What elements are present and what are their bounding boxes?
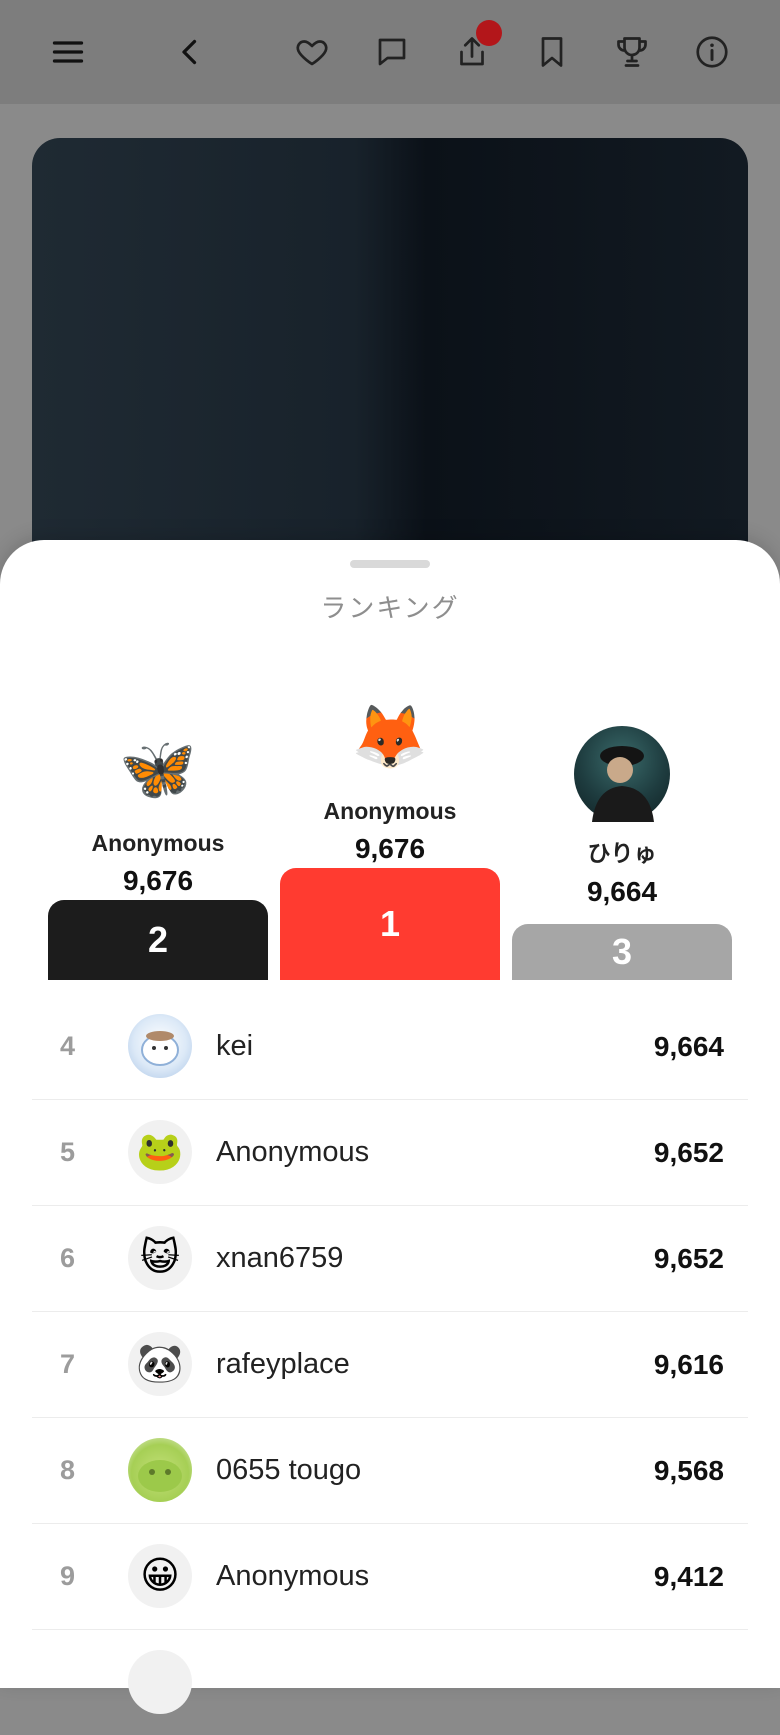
person-icon [592, 746, 654, 822]
top-toolbar [0, 0, 780, 105]
fox-avatar: 🦊 [351, 703, 429, 772]
list-item[interactable]: 6 😺 xnan6759 9,652 [32, 1206, 748, 1312]
podium-block-third: 3 [512, 924, 732, 980]
podium-score: 9,676 [354, 833, 426, 864]
podium-second[interactable]: 🦋 Anonymous 9,676 [48, 722, 268, 897]
smiley-avatar: 😀 [128, 1544, 192, 1608]
rank-number: 4 [60, 1031, 76, 1061]
notification-badge [476, 20, 502, 46]
trophy-icon[interactable] [602, 22, 662, 82]
podium-name: Anonymous [323, 798, 457, 824]
list-item[interactable]: 9 😀 Anonymous 9,412 [32, 1524, 748, 1630]
user-name: Anonymous [216, 1136, 370, 1168]
list-item[interactable]: 4 kei 9,664 [32, 994, 748, 1100]
user-score: 9,652 [653, 1242, 724, 1274]
green-creature-avatar [128, 1438, 192, 1502]
user-score: 9,664 [653, 1030, 724, 1062]
user-score: 9,568 [653, 1454, 724, 1486]
podium-block-second: 2 [48, 900, 268, 980]
user-name: Anonymous [216, 1560, 370, 1592]
list-item[interactable]: 5 🐸 Anonymous 9,652 [32, 1100, 748, 1206]
user-photo-avatar [574, 726, 670, 822]
heart-icon[interactable] [282, 22, 342, 82]
podium-score: 9,676 [122, 865, 194, 896]
podium-name: ひりゅ [587, 840, 657, 866]
back-chevron-icon[interactable] [160, 22, 220, 82]
user-score: 9,652 [653, 1136, 724, 1168]
sheet-title: ランキング [320, 593, 460, 623]
rank-number: 8 [60, 1455, 76, 1485]
list-item[interactable] [32, 1630, 748, 1735]
rank-number: 7 [60, 1349, 76, 1379]
user-name: kei [216, 1030, 254, 1062]
rank-number: 5 [60, 1137, 76, 1167]
cat-avatar: 😺 [128, 1226, 192, 1290]
leaderboard-list: 4 kei 9,664 5 🐸 Anonymous 9,652 6 😺 xnan… [32, 994, 748, 1735]
user-name: xnan6759 [216, 1242, 344, 1274]
media-preview [32, 138, 748, 608]
menu-icon[interactable] [38, 22, 98, 82]
frog-avatar: 🐸 [128, 1120, 192, 1184]
avatar [128, 1650, 192, 1714]
info-icon[interactable] [682, 22, 742, 82]
user-name: rafeyplace [216, 1348, 350, 1380]
podium-third[interactable]: ひりゅ 9,664 [512, 726, 732, 908]
creature-icon [138, 1460, 182, 1492]
podium-name: Anonymous [91, 830, 225, 856]
rank-number: 6 [60, 1243, 76, 1273]
butterfly-avatar: 🦋 [119, 735, 197, 804]
rank-number: 9 [60, 1561, 76, 1591]
sheet-drag-handle[interactable] [350, 560, 430, 568]
panda-avatar: 🐼 [128, 1332, 192, 1396]
list-item[interactable]: 8 0655 tougo 9,568 [32, 1418, 748, 1524]
comment-icon[interactable] [362, 22, 422, 82]
list-item[interactable]: 7 🐼 rafeyplace 9,616 [32, 1312, 748, 1418]
podium-score: 9,664 [586, 876, 658, 907]
cartoon-avatar [128, 1014, 192, 1078]
podium-block-first: 1 [280, 868, 500, 980]
user-score: 9,616 [653, 1348, 724, 1380]
user-name: 0655 tougo [216, 1454, 362, 1486]
user-score: 9,412 [653, 1560, 724, 1592]
bookmark-icon[interactable] [522, 22, 582, 82]
cat-drawing-icon [141, 1031, 179, 1066]
podium-first[interactable]: 🦊 Anonymous 9,676 [280, 690, 500, 865]
